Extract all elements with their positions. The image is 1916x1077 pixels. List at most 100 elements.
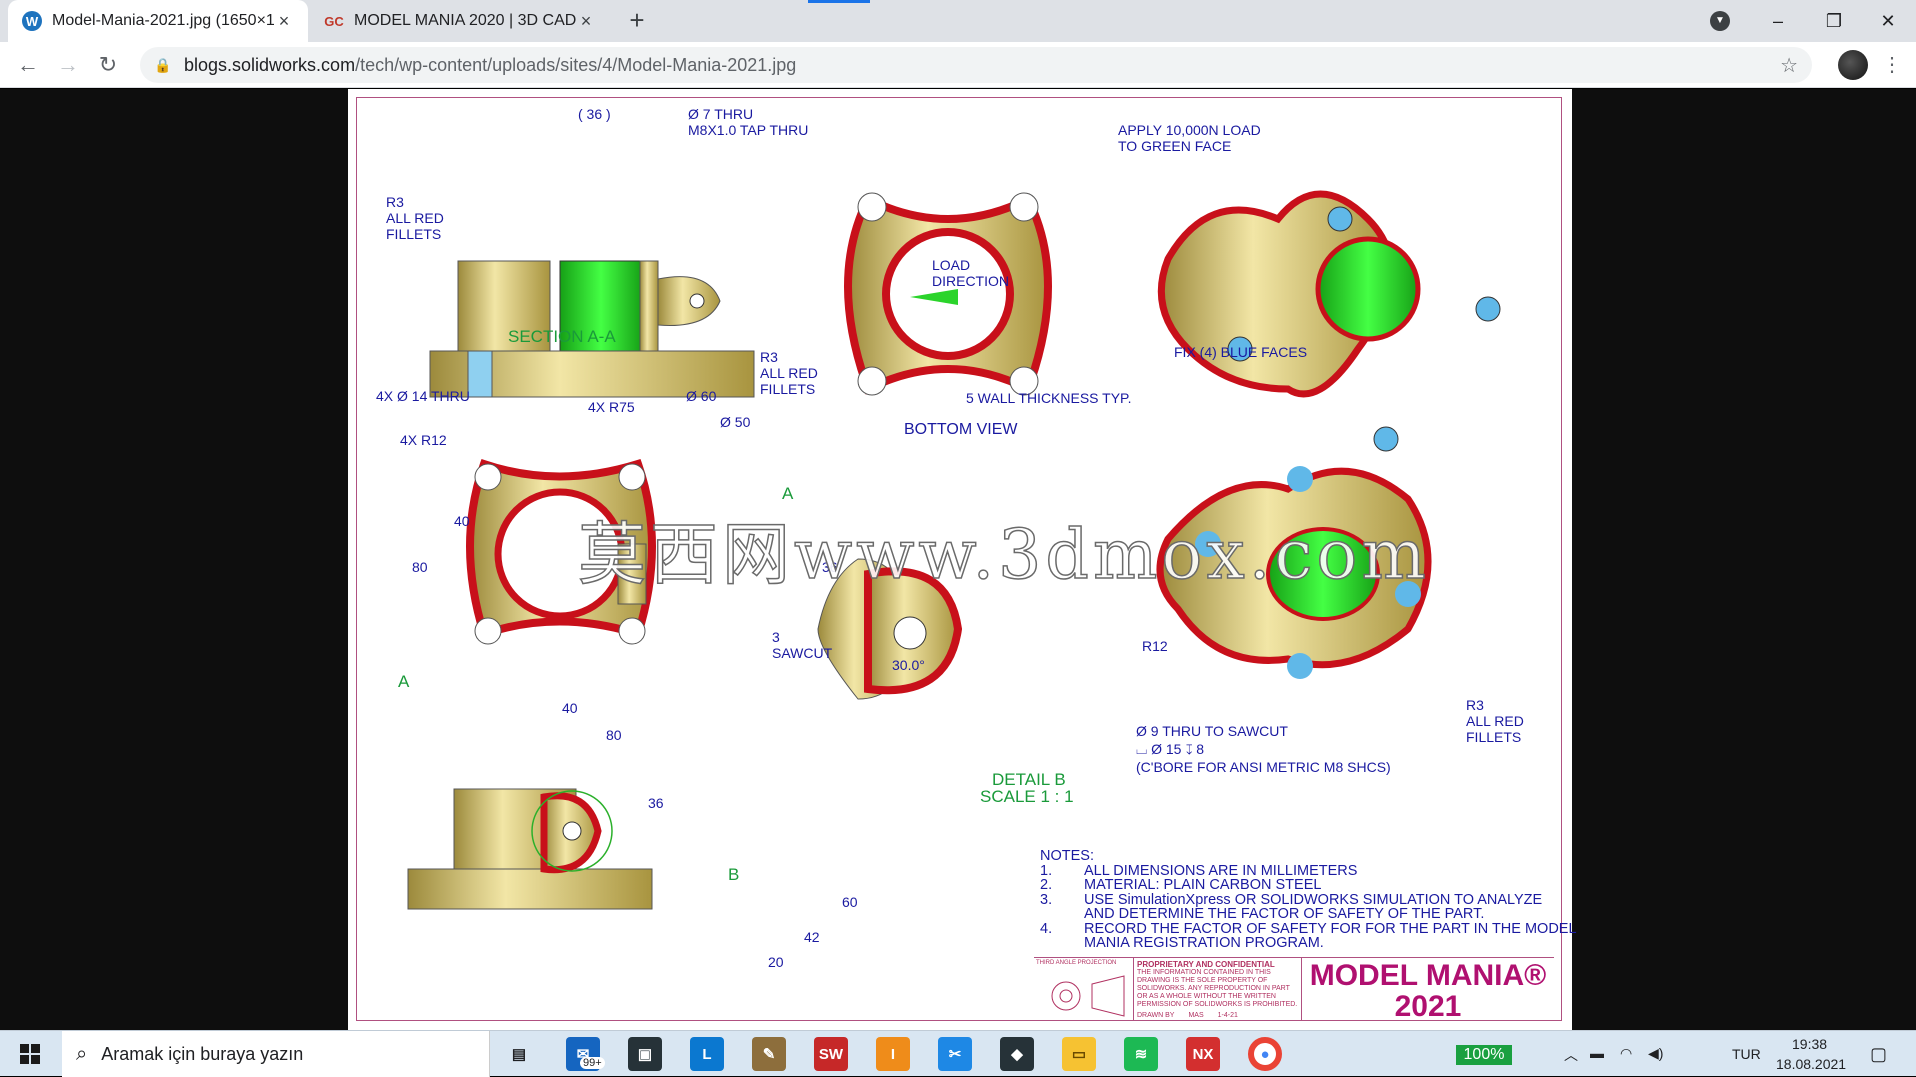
sawcut-label: 3 SAWCUT — [772, 629, 833, 661]
new-tab-button[interactable]: + — [622, 6, 652, 36]
browser-toolbar: ← → ↻ 🔒 blogs.solidworks.com/tech/wp-con… — [0, 42, 1916, 88]
d60-label: Ø 60 — [686, 388, 717, 404]
volume-icon[interactable]: ◀) — [1648, 1045, 1663, 1062]
mail-badge: 99+ — [580, 1057, 605, 1069]
restore-button[interactable]: ❐ — [1806, 0, 1862, 42]
tab-search-icon[interactable]: ▼ — [1710, 11, 1730, 31]
clock-time[interactable]: 19:38 — [1792, 1036, 1827, 1052]
close-tab-icon[interactable]: × — [576, 11, 596, 32]
tab-model-mania-jpg[interactable]: W Model-Mania-2021.jpg (1650×12 × — [8, 0, 308, 42]
bookmark-star-icon[interactable]: ☆ — [1780, 53, 1798, 78]
thru-7-label: Ø 7 THRU — [688, 106, 754, 122]
drawing-image[interactable]: ( 36 ) Ø 7 THRU M8X1.0 TAP THRU R3 ALL R… — [348, 89, 1577, 1030]
dim-42: 42 — [804, 929, 820, 945]
tray-chevron-icon[interactable]: ︿ — [1564, 1045, 1578, 1065]
solidworks-icon[interactable]: SW — [814, 1037, 848, 1071]
cbore-label: ⌴ Ø 15 ↧ 8 — [1136, 741, 1205, 757]
nx-icon[interactable]: NX — [1186, 1037, 1220, 1071]
projection-symbol: THIRD ANGLE PROJECTION — [1034, 958, 1134, 1021]
reload-icon[interactable]: ↻ — [92, 49, 124, 81]
menu-icon[interactable]: ⋮ — [1880, 50, 1904, 80]
gc-site-icon: GC — [324, 13, 344, 29]
apply-load-label: APPLY 10,000N LOAD TO GREEN FACE — [1118, 122, 1261, 154]
address-bar[interactable]: 🔒 blogs.solidworks.com/tech/wp-content/u… — [140, 47, 1812, 83]
url-path: /tech/wp-content/uploads/sites/4/Model-M… — [355, 54, 797, 75]
wifi-icon[interactable]: ◠ — [1620, 1045, 1632, 1062]
windows-start-icon[interactable] — [10, 1039, 50, 1069]
fillets-label-b: R3 ALL RED FILLETS — [760, 349, 818, 397]
l-app-icon[interactable]: L — [690, 1037, 724, 1071]
dim-36-bottom: 36 — [648, 795, 664, 811]
back-icon[interactable]: ← — [12, 49, 44, 81]
holes-14-label: 4X Ø 14 THRU — [376, 388, 470, 404]
search-icon: ⌕ — [76, 1042, 88, 1065]
dim-20: 20 — [768, 954, 784, 970]
taskbar-search-box[interactable]: ⌕ Aramak için buraya yazın — [62, 1031, 490, 1077]
snipping-icon[interactable]: ✂ — [938, 1037, 972, 1071]
url-host: blogs.solidworks.com — [184, 54, 356, 75]
r12-label: R12 — [1142, 638, 1168, 654]
task-view-icon[interactable]: ▤ — [502, 1037, 536, 1071]
dim-80-horizontal: 80 — [606, 727, 622, 743]
power-icon[interactable]: ▬ — [1590, 1045, 1604, 1061]
fillets-label-a: R3 ALL RED FILLETS — [386, 194, 444, 242]
language-indicator[interactable]: TUR — [1732, 1046, 1761, 1062]
note-item: 2. MATERIAL: PLAIN CARBON STEEL — [1040, 877, 1322, 893]
angle-label: 30.0° — [892, 657, 925, 673]
notification-icon[interactable]: ▢ — [1870, 1044, 1887, 1065]
chrome-icon[interactable]: ● — [1248, 1037, 1282, 1071]
note-item: 1. ALL DIMENSIONS ARE IN MILLIMETERS — [1040, 862, 1358, 879]
fix-faces-label: FIX (4) BLUE FACES — [1174, 344, 1308, 360]
i-app-icon[interactable]: I — [876, 1037, 910, 1071]
wordpress-icon: W — [22, 11, 42, 31]
lock-icon: 🔒 — [154, 56, 172, 73]
r75-label: 4X R75 — [588, 399, 635, 415]
fillets-label-c: R3 ALL RED FILLETS — [1466, 697, 1524, 745]
isometric-view-top — [1157, 190, 1501, 452]
close-window-button[interactable]: ✕ — [1860, 0, 1916, 42]
loading-indicator — [808, 0, 870, 3]
proprietary-notice: PROPRIETARY AND CONFIDENTIAL THE INFORMA… — [1134, 958, 1302, 1021]
section-a-bottom-marker: A — [398, 672, 410, 691]
note-item: 4. RECORD THE FACTOR OF SAFETY FOR FOR T… — [1040, 920, 1577, 951]
tab-strip: W Model-Mania-2021.jpg (1650×12 × GC MOD… — [0, 0, 1916, 42]
detail-b-title: DETAIL B — [992, 770, 1066, 789]
dim-40-horizontal: 40 — [562, 700, 578, 716]
tab-title: MODEL MANIA 2020 | 3D CAD M — [354, 12, 576, 29]
battery-indicator[interactable]: 100% — [1456, 1045, 1512, 1065]
close-tab-icon[interactable]: × — [274, 11, 294, 32]
front-view — [407, 788, 653, 910]
tap-label: M8X1.0 TAP THRU — [688, 122, 809, 138]
thru-9-label: Ø 9 THRU TO SAWCUT — [1136, 723, 1288, 739]
section-a-a-title: SECTION A-A — [508, 327, 616, 346]
store-icon[interactable]: ▣ — [628, 1037, 662, 1071]
page-viewport: ( 36 ) Ø 7 THRU M8X1.0 TAP THRU R3 ALL R… — [0, 89, 1916, 1030]
dim-36-top: ( 36 ) — [578, 106, 611, 122]
tab-title: Model-Mania-2021.jpg (1650×12 — [52, 12, 274, 29]
windows-taskbar: ⌕ Aramak için buraya yazın ▤ ✉ 99+ ▣ L ✎… — [0, 1030, 1916, 1077]
tab-model-mania-2020[interactable]: GC MODEL MANIA 2020 | 3D CAD M × — [310, 0, 610, 42]
r12-4x-label: 4X R12 — [400, 432, 447, 448]
watermark: 莫西网www.3dmox.com — [577, 515, 1430, 596]
file-explorer-icon[interactable]: ▭ — [1062, 1037, 1096, 1071]
title-block: THIRD ANGLE PROJECTION PROPRIETARY AND C… — [1034, 957, 1554, 1023]
minimize-button[interactable]: – — [1750, 0, 1806, 42]
forward-icon[interactable]: → — [52, 49, 84, 81]
model-mania-title: MODEL MANIA® 2021 — [1309, 959, 1547, 1023]
bottom-view-title: BOTTOM VIEW — [904, 421, 1018, 438]
profile-avatar[interactable] — [1838, 50, 1868, 80]
bottom-view — [844, 192, 1052, 396]
notes-block: NOTES: 1. ALL DIMENSIONS ARE IN MILLIMET… — [1040, 849, 1577, 951]
wall-thickness-label: 5 WALL THICKNESS TYP. — [966, 390, 1132, 406]
detail-scale: SCALE 1 : 1 — [980, 787, 1074, 806]
cbore-note: (C'BORE FOR ANSI METRIC M8 SHCS) — [1136, 759, 1391, 775]
catia-icon[interactable]: ◆ — [1000, 1037, 1034, 1071]
spotify-icon[interactable]: ≋ — [1124, 1037, 1158, 1071]
load-direction-label: LOAD DIRECTION — [932, 257, 1009, 289]
search-placeholder: Aramak için buraya yazın — [101, 1043, 304, 1064]
clock-date[interactable]: 18.08.2021 — [1776, 1056, 1846, 1072]
note-item: 3. USE SimulationXpress OR SOLIDWORKS SI… — [1040, 891, 1543, 922]
paint-icon[interactable]: ✎ — [752, 1037, 786, 1071]
dim-80-vertical: 80 — [412, 559, 428, 575]
d50-label: Ø 50 — [720, 414, 751, 430]
